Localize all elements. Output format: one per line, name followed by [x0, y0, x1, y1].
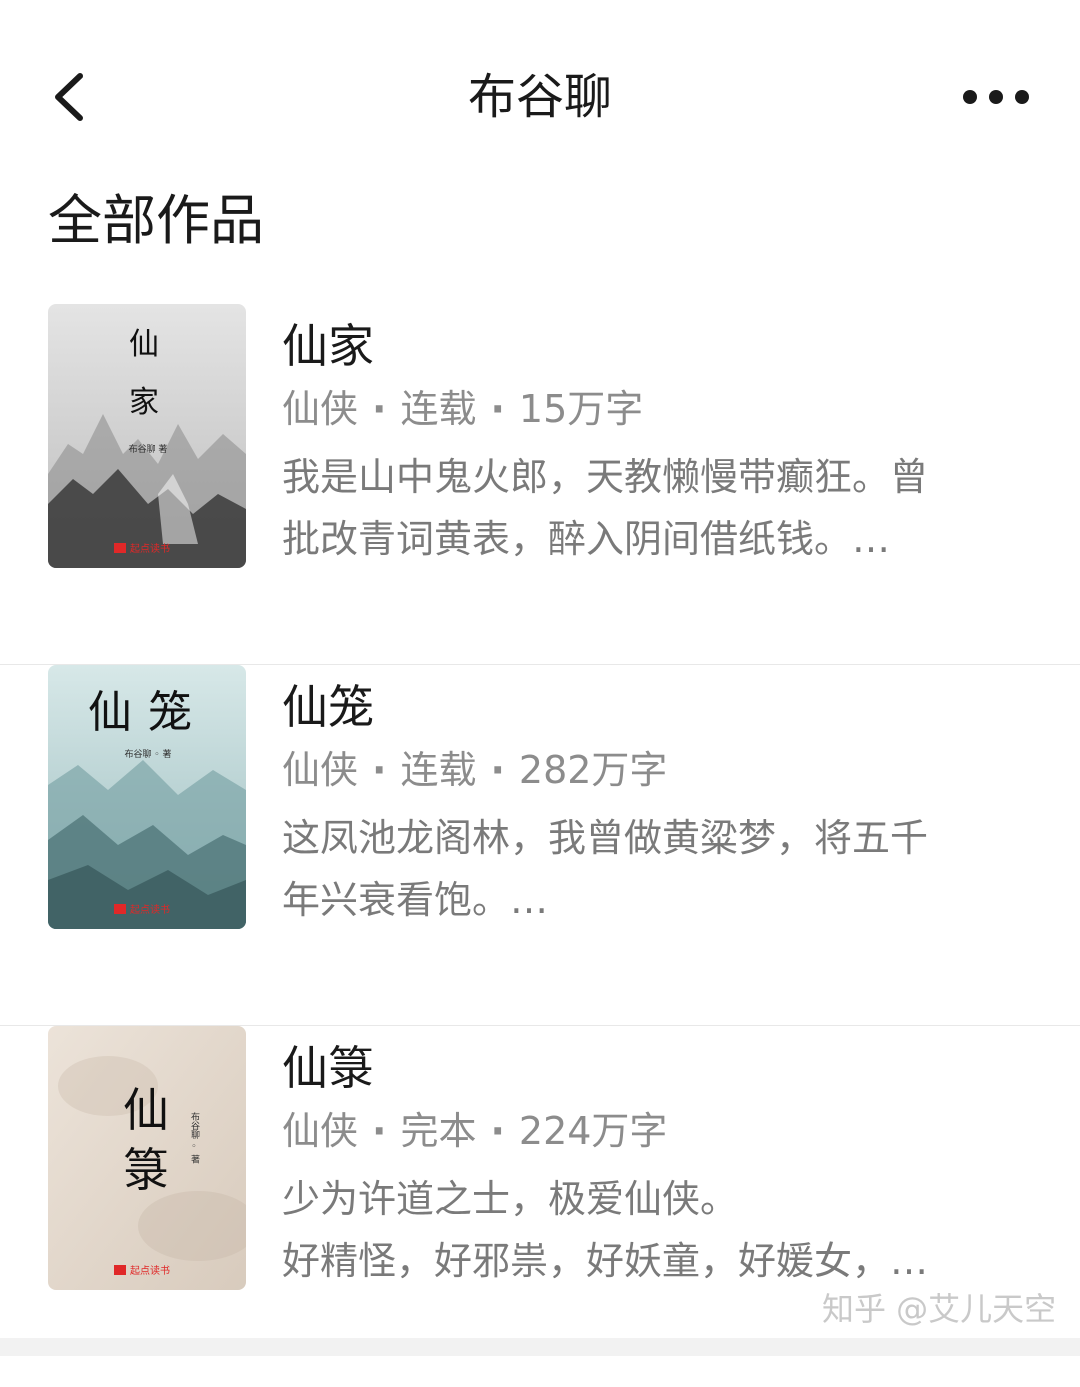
- cover-title-char: 笼: [148, 687, 192, 738]
- book-description: 我是山中鬼火郎，天教懒慢带癫狂。曾 批改青词黄表，醉入阴间借纸钱。…: [282, 455, 929, 561]
- cover-title-char: 仙: [129, 327, 159, 362]
- page-title: 布谷聊: [467, 69, 612, 125]
- book-description: 少为许道之士，极爱仙侠。 好精怪，好邪祟，好妖童，好媛女，…: [282, 1177, 929, 1283]
- book-genre: 仙侠: [282, 387, 359, 431]
- cover-title-char: 家: [129, 385, 159, 420]
- more-button[interactable]: [956, 72, 1040, 122]
- book-cover: 仙 箓 布谷聊 ◦ 著 起点读书: [48, 1026, 246, 1290]
- cover-author: 布谷聊 ◦ 著: [124, 748, 171, 760]
- book-status: 连载: [400, 748, 477, 792]
- book-word-count: 15万字: [518, 387, 644, 431]
- book-genre: 仙侠: [282, 1109, 359, 1153]
- cover-title-char: 仙: [88, 687, 132, 738]
- book-meta: 仙侠 · 完本 · 224万字: [282, 1109, 668, 1153]
- cover-title-char: 仙: [123, 1083, 169, 1137]
- book-meta: 仙侠 · 连载 · 15万字: [282, 387, 644, 431]
- top-bar: 布谷聊: [0, 0, 1080, 190]
- book-word-count: 224万字: [518, 1109, 668, 1153]
- book-item[interactable]: 仙 笼 布谷聊 ◦ 著 起点读书 仙笼 仙侠 · 连载 · 282万字 这凤池龙阁林，我…: [0, 665, 1080, 1026]
- book-meta: 仙侠 · 连载 · 282万字: [282, 748, 668, 792]
- book-description: 这凤池龙阁林，我曾做黄粱梦，将五千 年兴衰看饱。…: [282, 816, 929, 922]
- book-item[interactable]: 仙 家 布谷聊 著 起点读书 仙家 仙侠 · 连载 · 15万字 我是山中鬼火郎，天教懒…: [0, 304, 1080, 665]
- book-status: 完本: [400, 1109, 477, 1153]
- book-title: 仙家: [282, 319, 374, 373]
- book-status: 连载: [400, 387, 477, 431]
- book-title: 仙笼: [282, 680, 374, 734]
- cover-author: 布谷聊 ◦ 著: [189, 1111, 200, 1164]
- book-title: 仙箓: [282, 1041, 374, 1095]
- cover-publisher: 起点读书: [130, 903, 170, 916]
- more-horizontal-icon: [963, 90, 1029, 104]
- cover-publisher: 起点读书: [130, 542, 170, 555]
- bottom-band: [0, 1338, 1080, 1356]
- watermark: 知乎 @艾儿天空: [822, 1290, 1057, 1328]
- cover-publisher: 起点读书: [130, 1264, 170, 1277]
- book-word-count: 282万字: [518, 748, 668, 792]
- section-title: 全部作品: [48, 189, 264, 252]
- cover-author: 布谷聊 著: [129, 443, 168, 455]
- cover-title-char: 箓: [123, 1143, 169, 1197]
- book-cover: 仙 笼 布谷聊 ◦ 著 起点读书: [48, 665, 246, 929]
- book-cover: 仙 家 布谷聊 著 起点读书: [48, 304, 246, 568]
- book-genre: 仙侠: [282, 748, 359, 792]
